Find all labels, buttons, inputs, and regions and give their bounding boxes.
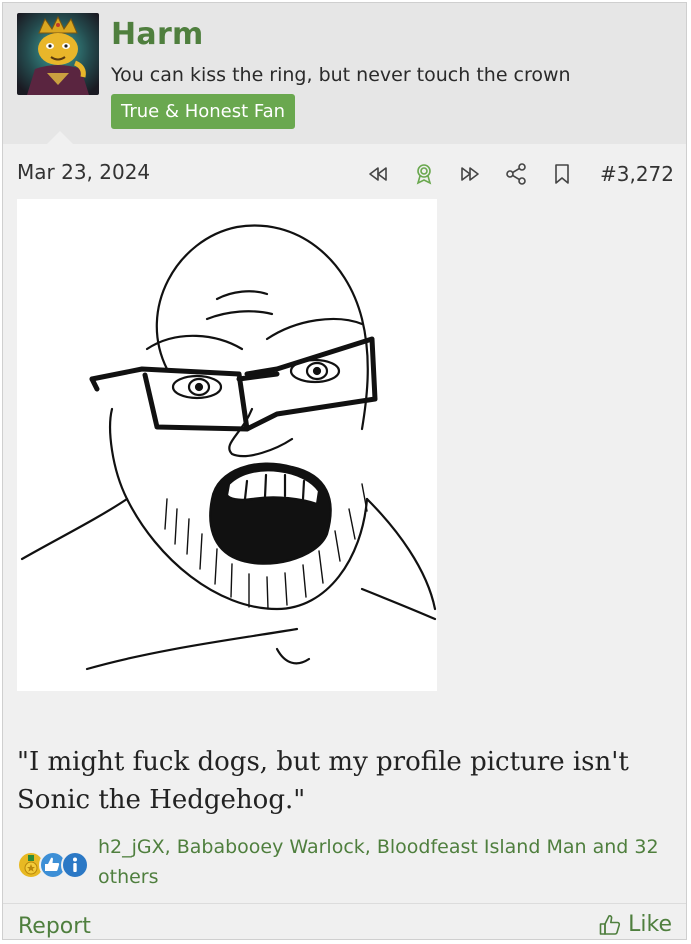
post-container: Harm You can kiss the ring, but never to… [2,2,687,940]
bookmark-icon[interactable] [550,162,574,186]
username[interactable]: Harm [111,17,204,52]
like-label: Like [628,912,672,937]
share-icon[interactable] [504,162,528,186]
soyjak-meme-image[interactable] [17,199,437,691]
user-title: You can kiss the ring, but never touch t… [111,64,571,86]
footer-divider [3,903,686,904]
informative-reaction-icon [61,851,89,879]
post-body-text: "I might fuck dogs, but my profile pictu… [17,747,629,815]
user-banner: True & Honest Fan [111,94,296,129]
crowned-figure-avatar-icon [17,13,99,95]
avatar[interactable] [17,13,99,95]
message-arrow [47,131,73,144]
post-date[interactable]: Mar 23, 2024 [17,160,150,184]
thumbs-up-icon [599,914,621,935]
post-tools: #3,272 [344,159,674,189]
report-link[interactable]: Report [18,914,91,939]
reaction-users-link[interactable]: h2_jGX, Bababooey Warlock, Bloodfeast Is… [98,832,668,892]
post-number[interactable]: #3,272 [600,162,674,186]
fast-forward-icon[interactable] [458,162,482,186]
award-icon[interactable] [412,162,436,186]
user-header: Harm You can kiss the ring, but never to… [3,3,686,144]
like-button[interactable]: Like [598,912,672,937]
rewind-icon[interactable] [366,162,390,186]
